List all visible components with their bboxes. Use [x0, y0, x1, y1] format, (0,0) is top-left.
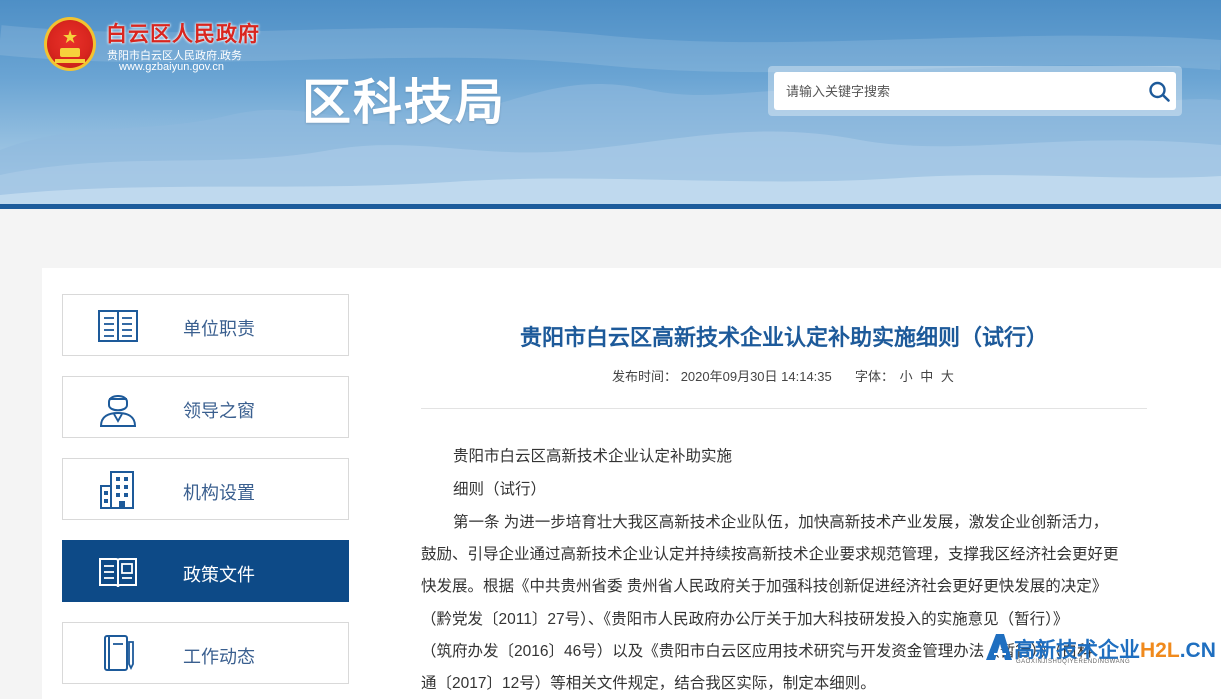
- watermark-logo-icon: [986, 634, 1012, 660]
- sidebar-item-organization[interactable]: 机构设置: [62, 458, 349, 520]
- font-size-small-button[interactable]: 小: [900, 369, 913, 384]
- article-body-line: 鼓励、引导企业通过高新技术企业认定并持续按高新技术企业要求规范管理，支撑我区经济…: [421, 546, 1119, 563]
- department-title: 区科技局: [302, 76, 507, 130]
- sidebar-item-label: 政策文件: [183, 565, 255, 585]
- gov-name[interactable]: 白云区人民政府: [106, 18, 260, 48]
- sidebar-item-policy-documents[interactable]: 政策文件: [62, 540, 349, 602]
- article-body-line: 第一条 为进一步培育壮大我区高新技术企业队伍，加快高新技术产业发展，激发企业创新…: [453, 514, 1109, 531]
- article-body-line: 通〔2017〕12号）等相关文件规定，结合我区实际，制定本细则。: [421, 675, 876, 692]
- search-icon: [1149, 81, 1170, 102]
- open-book-icon: [99, 558, 137, 588]
- article-body-line: （黔党发〔2011〕27号）、《贵阳市人民政府办公厅关于加大科技研发投入的实施意…: [421, 611, 1069, 628]
- publish-time: 2020年09月30日 14:14:35: [680, 369, 832, 384]
- search-button[interactable]: [1146, 72, 1176, 110]
- article-divider: [421, 408, 1147, 409]
- national-emblem-icon: ★: [44, 17, 96, 71]
- article-subtitle-line: 贵阳市白云区高新技术企业认定补助实施: [453, 448, 733, 465]
- font-size-label: 字体：: [855, 369, 895, 384]
- search-box: [768, 66, 1182, 116]
- sidebar-item-label: 工作动态: [183, 647, 255, 667]
- sidebar-item-responsibility[interactable]: 单位职责: [62, 294, 349, 356]
- header-banner: ★ 白云区人民政府 贵阳市白云区人民政府.政务 www.gzbaiyun.gov…: [0, 0, 1221, 204]
- sidebar-item-label: 领导之窗: [183, 401, 255, 421]
- notebook-pen-icon: [104, 635, 134, 671]
- sidebar-item-leaders[interactable]: 领导之窗: [62, 376, 349, 438]
- search-input[interactable]: [774, 72, 1146, 110]
- gov-url: www.gzbaiyun.gov.cn: [119, 61, 224, 73]
- article-body-line: 快发展。根据《中共贵州省委 贵州省人民政府关于加强科技创新促进经济社会更好更快发…: [421, 578, 1108, 595]
- watermark-subtext: GAOXINJISHUQIYERENDINGWANG: [1016, 659, 1131, 665]
- sidebar-item-work-news[interactable]: 工作动态: [62, 622, 349, 684]
- sidebar-item-label: 机构设置: [183, 483, 255, 503]
- article-subtitle-line: 细则（试行）: [453, 481, 547, 498]
- article-meta: 发布时间： 2020年09月30日 14:14:35 字体： 小 中 大: [421, 366, 1147, 385]
- publish-label: 发布时间：: [612, 369, 678, 384]
- header-divider: [0, 204, 1221, 209]
- sidebar-item-label: 单位职责: [183, 319, 255, 339]
- responsibility-book-icon: [98, 310, 138, 342]
- font-size-medium-button[interactable]: 中: [920, 369, 933, 384]
- article-title: 贵阳市白云区高新技术企业认定补助实施细则（试行）: [519, 325, 1048, 350]
- building-icon: [100, 471, 134, 509]
- font-size-large-button[interactable]: 大: [941, 369, 954, 384]
- leader-person-icon: [99, 395, 137, 427]
